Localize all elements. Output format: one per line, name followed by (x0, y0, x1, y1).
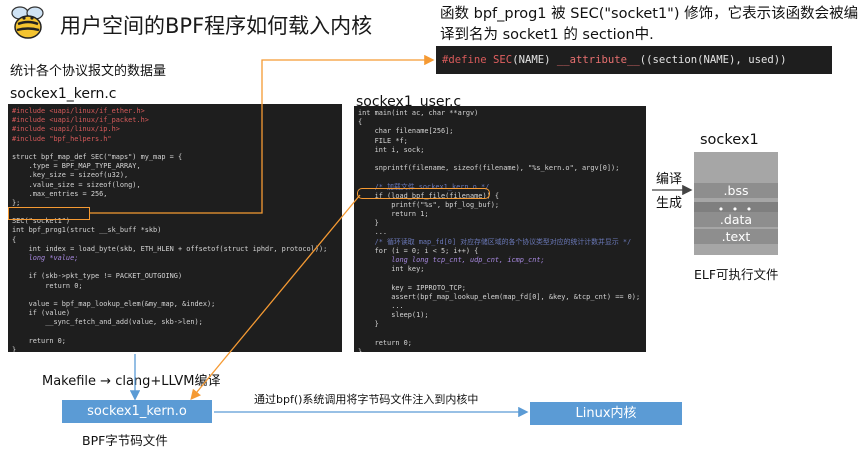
code-line: /* 循环读取 map_fd[0] 对应存储区域的各个协议类型对应的统计计数并显… (358, 237, 632, 246)
code-line: .type = BPF_MAP_TYPE_ARRAY, (12, 162, 141, 171)
code-line: for (i = 0; i < 5; i++) { (358, 246, 479, 255)
elf-section-bss: .bss (694, 183, 778, 198)
code-line: ... (358, 301, 404, 310)
user-code-panel: int main(int ac, char **argv){ char file… (354, 106, 646, 352)
sec-explanation-note: 函数 bpf_prog1 被 SEC("socket1") 修饰，它表示该函数会… (440, 6, 859, 43)
code-line: printf("%s", bpf_log_buf); (358, 200, 500, 209)
bee-logo-icon (11, 6, 44, 39)
code-line: int bpf_prog1(struct __sk_buff *skb) (12, 226, 162, 235)
elf-section-text: .text (694, 229, 778, 244)
code-line: FILE *f; (358, 136, 408, 145)
code-line: key = IPPROTO_TCP; (358, 283, 466, 292)
stats-description: 统计各个协议报文的数据量 (10, 64, 167, 79)
code-line: } (358, 320, 379, 329)
code-line: snprintf(filename, sizeof(filename), "%s… (358, 164, 620, 173)
kern-file-label: sockex1_kern.c (10, 86, 117, 102)
code-line: #include <uapi/linux/ip.h> (12, 125, 120, 134)
code-line: long *value; (12, 254, 79, 262)
code-line: int index = load_byte(skb, ETH_HLEN + of… (12, 244, 328, 253)
makefile-build-label: Makefile → clang+LLVM编译 (42, 374, 221, 389)
bytecode-caption: BPF字节码文件 (82, 433, 168, 448)
code-line: __sync_fetch_and_add(value, skb->len); (12, 318, 203, 327)
code-line: .value_size = sizeof(long), (12, 180, 141, 189)
compile-label: 编译 (656, 172, 683, 187)
elf-section-data: .data (694, 212, 778, 227)
sec-keyword: SEC (493, 54, 513, 66)
elf-title: sockex1 (700, 132, 759, 148)
load-bpf-file-highlight (357, 188, 490, 199)
elf-caption: ELF可执行文件 (694, 267, 779, 282)
code-line: { (358, 118, 363, 127)
code-line: int main(int ac, char **argv) (358, 109, 479, 117)
linux-kernel-box: Linux内核 (530, 402, 682, 425)
code-line: } (12, 345, 17, 352)
code-line: long long tcp_cnt, udp_cnt, icmp_cnt; (358, 256, 545, 264)
code-line: return 0; (358, 338, 412, 347)
sec-args: (NAME) (512, 54, 557, 66)
code-line: .max_entries = 256, (12, 189, 108, 198)
inject-caption: 通过bpf()系统调用将字节码文件注入到内核中 (254, 393, 479, 406)
code-line: struct bpf_map_def SEC("maps") my_map = … (12, 152, 183, 161)
page-title: 用户空间的BPF程序如何载入内核 (60, 14, 373, 38)
code-line: #include "bpf_helpers.h" (12, 134, 112, 143)
define-keyword: #define (442, 54, 487, 66)
code-line: return 1; (358, 210, 429, 219)
code-line: if (skb->pkt_type != PACKET_OUTGOING) (12, 272, 183, 281)
code-line: if (value) (12, 309, 71, 318)
code-line: ... (358, 228, 388, 237)
attribute-args: ((section(NAME), used)) (639, 54, 787, 66)
code-line: { (12, 235, 17, 244)
attribute-keyword: __attribute__ (556, 54, 640, 66)
code-line: char filename[256]; (358, 127, 454, 136)
elf-section-stack: .bss • • • .data .text (694, 152, 778, 255)
code-line: .key_size = sizeof(u32), (12, 171, 129, 180)
code-line: } (358, 219, 379, 228)
code-line: } (358, 347, 363, 352)
code-line: int key; (358, 265, 425, 274)
sec-macro-definition: #define SEC(NAME) __attribute__((section… (436, 46, 832, 74)
code-line: return 0; (12, 336, 66, 345)
code-line: sleep(1); (358, 311, 429, 320)
kern-code-panel: #include <uapi/linux/if_ether.h> #include… (8, 104, 342, 352)
code-line: #include <uapi/linux/if_packet.h> (12, 116, 149, 125)
code-line: value = bpf_map_lookup_elem(&my_map, &in… (12, 299, 216, 308)
sec-socket1-highlight (8, 207, 90, 220)
code-line: #include <uapi/linux/if_ether.h> (12, 107, 145, 115)
code-line: int i, sock; (358, 145, 425, 154)
generate-label: 生成 (656, 196, 683, 211)
kern-object-box: sockex1_kern.o (62, 400, 212, 423)
code-line: assert(bpf_map_lookup_elem(map_fd[0], &k… (358, 292, 641, 301)
code-line: return 0; (12, 281, 83, 290)
